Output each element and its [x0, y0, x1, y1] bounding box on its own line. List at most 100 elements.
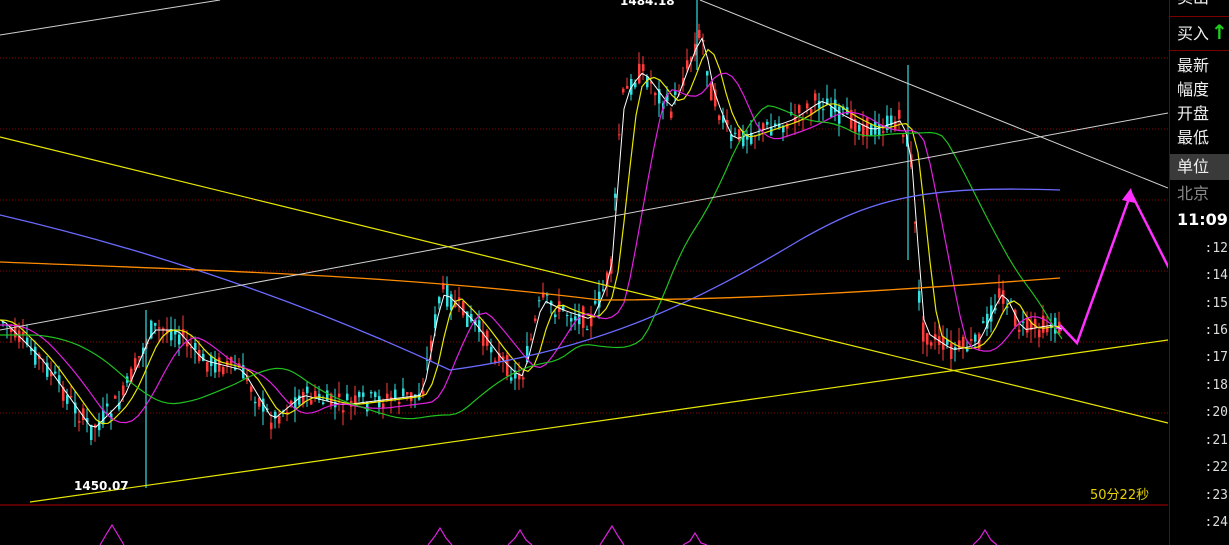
sell-label[interactable]: 卖出 [1170, 0, 1229, 8]
region-label: 北京 [1177, 184, 1210, 203]
candle-body [858, 124, 861, 132]
candle-body [522, 377, 525, 380]
trend-line-white [699, 0, 1168, 189]
indicator-line [507, 528, 533, 545]
candle-body [306, 386, 309, 394]
candle-body [998, 288, 1001, 298]
candle-body [962, 336, 965, 348]
candle-body [250, 386, 253, 392]
unit-tab[interactable]: 单位 [1170, 154, 1229, 180]
candle-body [1018, 329, 1021, 332]
time-tick: :18 [1204, 378, 1228, 393]
candle-body [670, 111, 673, 118]
candle-body [478, 320, 481, 333]
candle-body [422, 391, 425, 395]
high-price-label: 1484.18 [620, 0, 675, 8]
buy-row[interactable]: 买入 ↑ [1170, 22, 1229, 44]
info-range: 幅度 [1177, 80, 1210, 99]
candle-body [66, 395, 69, 404]
candle-body [398, 401, 401, 404]
candle-body [806, 103, 809, 109]
candle-body [314, 390, 317, 398]
candle-body [222, 367, 225, 375]
ma-green-line [0, 105, 1063, 420]
candle-body [322, 402, 325, 405]
candle-body [950, 343, 953, 359]
trend-line-yellow [29, 339, 1168, 503]
candle-body [158, 327, 161, 329]
candle-body [326, 390, 329, 402]
candle-body [982, 321, 985, 323]
candle-body [570, 318, 573, 322]
candle-body [870, 124, 873, 136]
time-tick: :22 [1204, 460, 1228, 475]
info-latest: 最新 [1177, 56, 1210, 75]
trend-line-yellow [0, 136, 1168, 424]
candle-body [566, 315, 569, 317]
candle-body [734, 132, 737, 134]
candle-body [718, 115, 721, 120]
candle-body [974, 334, 977, 342]
candle-body [966, 348, 969, 352]
info-low: 最低 [1177, 128, 1210, 147]
candle-body [122, 385, 125, 396]
candle-body [918, 291, 921, 303]
time-tick: :20 [1204, 405, 1228, 420]
candle-body [922, 322, 925, 342]
candle-body [450, 294, 453, 310]
candle-body [310, 400, 313, 405]
candle-body [930, 342, 933, 346]
candle-body [1038, 329, 1041, 338]
ma-yellow-line [0, 48, 1063, 425]
candle-body [370, 392, 373, 394]
candle-body [278, 415, 281, 424]
info-open: 开盘 [1177, 104, 1210, 123]
candle-body [54, 371, 57, 374]
trend-line-white [0, 0, 221, 36]
candle-body [178, 334, 181, 345]
ma-orange-line [0, 261, 1061, 301]
candlestick-chart [0, 0, 1168, 545]
time-tick: :17 [1204, 350, 1228, 365]
candle-body [874, 121, 877, 135]
time-tick: :14 [1204, 268, 1228, 283]
low-price-label: 1450.07 [74, 479, 129, 493]
candle-body [838, 106, 841, 124]
candle-body [298, 395, 301, 405]
candle-body [78, 421, 81, 423]
candle-body [462, 301, 465, 316]
chart-area: 1484.18 1450.07 50分22秒 [0, 0, 1168, 545]
candle-body [1022, 321, 1025, 323]
side-panel: 卖出 买入↑ 最新 幅度 开盘 最低 单位 北京 11:09 :12 :14 :… [1169, 0, 1229, 545]
candle-body [698, 29, 701, 39]
forecast-path [1059, 189, 1168, 346]
candle-body [586, 329, 589, 331]
candle-body [154, 323, 157, 326]
candle-body [674, 91, 677, 95]
countdown-timer: 50分22秒 [1090, 488, 1150, 503]
candle-body [814, 93, 817, 101]
time-tick: :12 [1204, 241, 1228, 256]
candle-body [342, 410, 345, 413]
candle-body [882, 131, 885, 133]
candle-body [510, 377, 513, 381]
candle-body [626, 85, 629, 89]
candle-body [386, 393, 389, 399]
candle-body [818, 100, 821, 109]
candle-body [706, 71, 709, 76]
indicator-line [972, 528, 998, 545]
candle-body [438, 297, 441, 304]
candle-body [374, 392, 377, 397]
clock-time: 11:09 [1177, 210, 1228, 229]
candle-body [1026, 318, 1029, 333]
candle-body [970, 338, 973, 341]
candle-body [106, 403, 109, 407]
candle-body [90, 424, 93, 441]
candle-body [402, 388, 405, 397]
candle-body [538, 300, 541, 302]
candle-body [346, 393, 349, 401]
candle-body [710, 82, 713, 101]
candle-body [830, 106, 833, 117]
time-tick: :16 [1204, 323, 1228, 338]
candle-body [270, 422, 273, 430]
